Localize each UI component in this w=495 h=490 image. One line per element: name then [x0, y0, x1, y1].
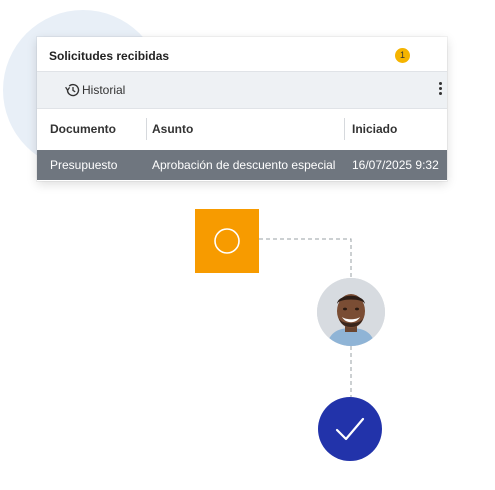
approver-avatar[interactable] — [317, 278, 385, 346]
circle-icon — [214, 228, 240, 254]
approved-step-node[interactable] — [318, 397, 382, 461]
checkmark-icon — [335, 417, 365, 441]
user-avatar — [317, 278, 385, 346]
pending-step-node[interactable] — [195, 209, 259, 273]
